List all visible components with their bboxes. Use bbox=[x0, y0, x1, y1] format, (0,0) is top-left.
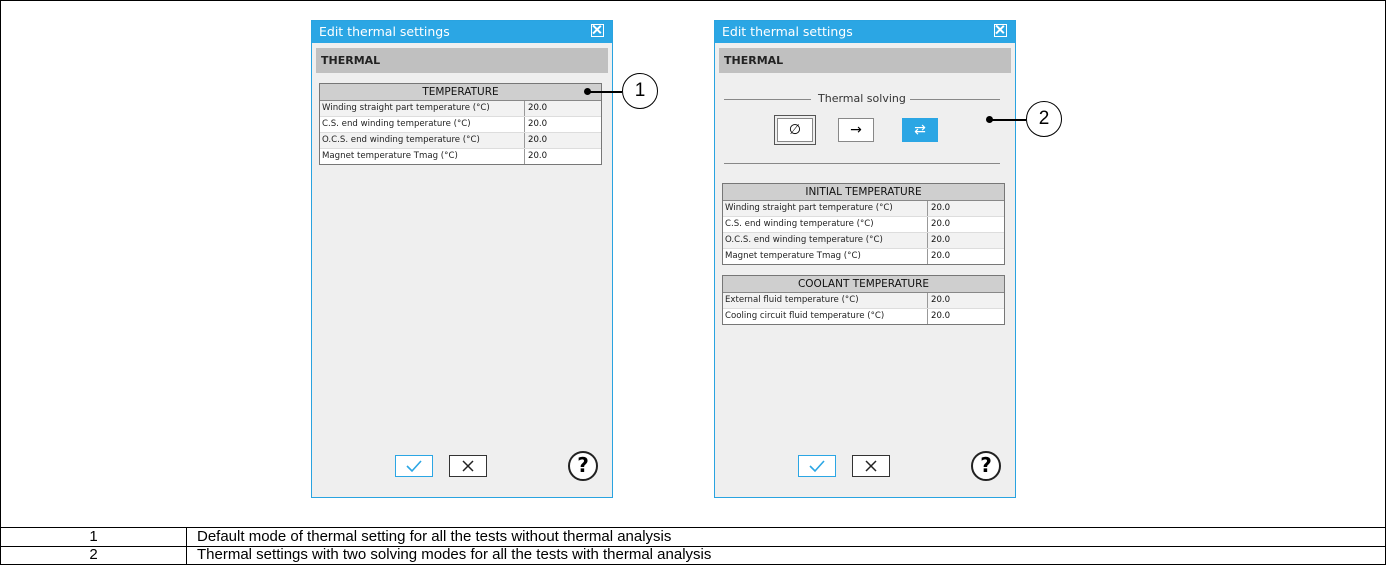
row-label: Magnet temperature Tmag (°C) bbox=[322, 151, 458, 161]
row-label: Winding straight part temperature (°C) bbox=[322, 103, 490, 113]
table-header: INITIAL TEMPERATURE bbox=[723, 184, 1004, 201]
dialog-titlebar: Edit thermal settings bbox=[312, 21, 612, 43]
two-way-arrows-icon: ⇄ bbox=[914, 122, 926, 138]
divider bbox=[724, 163, 1000, 164]
cross-icon bbox=[462, 460, 474, 472]
dialog-title: Edit thermal settings bbox=[722, 24, 853, 39]
table-row: Winding straight part temperature (°C) 2… bbox=[723, 201, 1004, 217]
row-label: O.C.S. end winding temperature (°C) bbox=[322, 135, 480, 145]
row-label: C.S. end winding temperature (°C) bbox=[322, 119, 471, 129]
value-field[interactable]: 20.0 bbox=[524, 149, 598, 164]
close-icon[interactable] bbox=[591, 24, 604, 37]
temperature-table: TEMPERATURE Winding straight part temper… bbox=[319, 83, 602, 165]
value-field[interactable]: 20.0 bbox=[524, 101, 598, 116]
dialog-title: Edit thermal settings bbox=[319, 24, 450, 39]
thermal-solving-label: Thermal solving bbox=[818, 92, 906, 105]
table-row: External fluid temperature (°C) 20.0 bbox=[723, 293, 1004, 309]
figure-table: Edit thermal settings THERMAL TEMPERATUR… bbox=[0, 0, 1386, 565]
legend-text: Thermal settings with two solving modes … bbox=[197, 546, 712, 563]
table-header: TEMPERATURE bbox=[320, 84, 601, 101]
callout-2: 2 bbox=[1026, 101, 1062, 137]
edit-thermal-settings-dialog-solving: Edit thermal settings THERMAL Thermal so… bbox=[714, 20, 1016, 498]
figure-cell: Edit thermal settings THERMAL TEMPERATUR… bbox=[0, 0, 1386, 528]
row-label: O.C.S. end winding temperature (°C) bbox=[725, 235, 883, 245]
cancel-button[interactable] bbox=[449, 455, 487, 477]
table-row: O.C.S. end winding temperature (°C) 20.0 bbox=[723, 233, 1004, 249]
section-header: THERMAL bbox=[316, 48, 608, 73]
no-solving-button[interactable]: ∅ bbox=[774, 115, 816, 145]
divider bbox=[910, 99, 1000, 100]
value-field[interactable]: 20.0 bbox=[927, 201, 1001, 216]
table-row: Cooling circuit fluid temperature (°C) 2… bbox=[723, 309, 1004, 324]
row-label: External fluid temperature (°C) bbox=[725, 295, 859, 305]
legend-number: 2 bbox=[1, 546, 187, 564]
edit-thermal-settings-dialog-default: Edit thermal settings THERMAL TEMPERATUR… bbox=[311, 20, 613, 498]
one-way-arrow-icon: → bbox=[850, 122, 862, 138]
table-row: C.S. end winding temperature (°C) 20.0 bbox=[320, 117, 601, 133]
ok-button[interactable] bbox=[395, 455, 433, 477]
legend-row: 1 Default mode of thermal setting for al… bbox=[0, 528, 1386, 547]
help-button[interactable]: ? bbox=[971, 451, 1001, 481]
checkmark-icon bbox=[809, 460, 825, 473]
value-field[interactable]: 20.0 bbox=[927, 293, 1001, 308]
table-row: Magnet temperature Tmag (°C) 20.0 bbox=[320, 149, 601, 164]
row-label: C.S. end winding temperature (°C) bbox=[725, 219, 874, 229]
cancel-button[interactable] bbox=[852, 455, 890, 477]
none-icon: ∅ bbox=[788, 122, 802, 138]
row-label: Magnet temperature Tmag (°C) bbox=[725, 251, 861, 261]
cross-icon bbox=[865, 460, 877, 472]
table-row: O.C.S. end winding temperature (°C) 20.0 bbox=[320, 133, 601, 149]
table-row: C.S. end winding temperature (°C) 20.0 bbox=[723, 217, 1004, 233]
one-way-solving-button[interactable]: → bbox=[838, 118, 874, 142]
table-row: Magnet temperature Tmag (°C) 20.0 bbox=[723, 249, 1004, 264]
help-button[interactable]: ? bbox=[568, 451, 598, 481]
table-header: COOLANT TEMPERATURE bbox=[723, 276, 1004, 293]
value-field[interactable]: 20.0 bbox=[524, 133, 598, 148]
row-label: Winding straight part temperature (°C) bbox=[725, 203, 893, 213]
checkmark-icon bbox=[406, 460, 422, 473]
value-field[interactable]: 20.0 bbox=[927, 217, 1001, 232]
legend-row: 2 Thermal settings with two solving mode… bbox=[0, 546, 1386, 565]
section-header: THERMAL bbox=[719, 48, 1011, 73]
divider bbox=[724, 99, 811, 100]
row-label: Cooling circuit fluid temperature (°C) bbox=[725, 311, 885, 321]
legend-number: 1 bbox=[1, 528, 187, 546]
initial-temperature-table: INITIAL TEMPERATURE Winding straight par… bbox=[722, 183, 1005, 265]
coolant-temperature-table: COOLANT TEMPERATURE External fluid tempe… bbox=[722, 275, 1005, 325]
table-row: Winding straight part temperature (°C) 2… bbox=[320, 101, 601, 117]
two-way-solving-button[interactable]: ⇄ bbox=[902, 118, 938, 142]
value-field[interactable]: 20.0 bbox=[927, 233, 1001, 248]
value-field[interactable]: 20.0 bbox=[927, 249, 1001, 264]
ok-button[interactable] bbox=[798, 455, 836, 477]
value-field[interactable]: 20.0 bbox=[927, 309, 1001, 324]
dialog-titlebar: Edit thermal settings bbox=[715, 21, 1015, 43]
legend-text: Default mode of thermal setting for all … bbox=[197, 528, 672, 545]
callout-1: 1 bbox=[622, 73, 658, 109]
callout-leader-line bbox=[990, 119, 1026, 121]
close-icon[interactable] bbox=[994, 24, 1007, 37]
value-field[interactable]: 20.0 bbox=[524, 117, 598, 132]
callout-leader-line bbox=[588, 91, 622, 93]
